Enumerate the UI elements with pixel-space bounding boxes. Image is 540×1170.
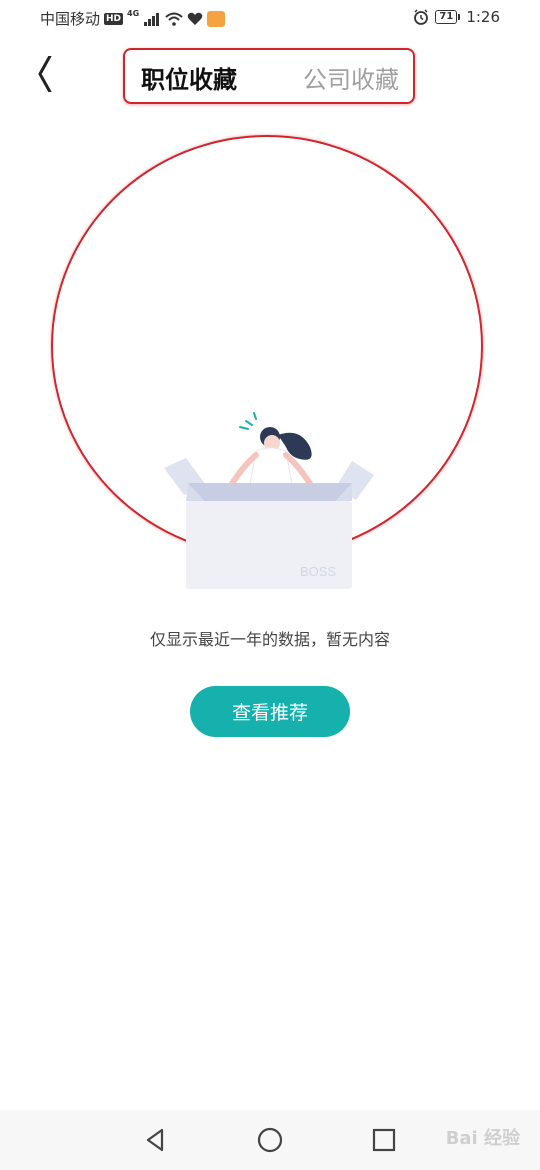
empty-state-message: 仅显示最近一年的数据，暂无内容 xyxy=(149,630,390,649)
status-left: 中国移动 HD 4G xyxy=(40,8,226,29)
view-recommendations-button[interactable]: 查看推荐 xyxy=(190,686,350,737)
status-right: 71 1:26 xyxy=(413,8,500,26)
watermark-logo: Bai 经验 xyxy=(445,1128,520,1149)
tab-job-favorites[interactable]: 职位收藏 xyxy=(141,60,237,95)
battery-tip xyxy=(458,14,461,20)
nav-recents-button[interactable] xyxy=(368,1124,400,1156)
recents-square-icon xyxy=(372,1128,396,1152)
status-time: 1:26 xyxy=(466,8,500,26)
battery-level: 71 xyxy=(435,10,458,24)
box-label: BOSS xyxy=(300,564,336,579)
alarm-icon xyxy=(414,9,429,25)
network-badge: 4G xyxy=(127,9,140,18)
heart-icon xyxy=(187,12,203,25)
back-button[interactable] xyxy=(30,54,66,94)
status-bar: 中国移动 HD 4G 71 1:26 xyxy=(0,0,540,36)
app-notification-icon xyxy=(207,10,226,27)
nav-back-button[interactable] xyxy=(140,1124,172,1156)
carrier-name: 中国移动 xyxy=(40,10,101,28)
system-nav-bar: Bai 经验 xyxy=(0,1110,540,1170)
battery-icon: 71 xyxy=(435,10,461,24)
chevron-left-icon xyxy=(38,54,52,94)
signal-icon xyxy=(144,12,160,26)
back-triangle-icon xyxy=(146,1128,164,1152)
hd-badge: HD xyxy=(104,12,124,25)
person-in-box-illustration: BOSS xyxy=(164,412,374,589)
tab-company-favorites[interactable]: 公司收藏 xyxy=(303,60,399,95)
wifi-icon xyxy=(165,12,183,26)
nav-home-button[interactable] xyxy=(254,1124,286,1156)
header: 职位收藏 公司收藏 xyxy=(0,48,540,104)
home-circle-icon xyxy=(257,1127,283,1153)
tab-group: 职位收藏 公司收藏 xyxy=(123,48,415,104)
